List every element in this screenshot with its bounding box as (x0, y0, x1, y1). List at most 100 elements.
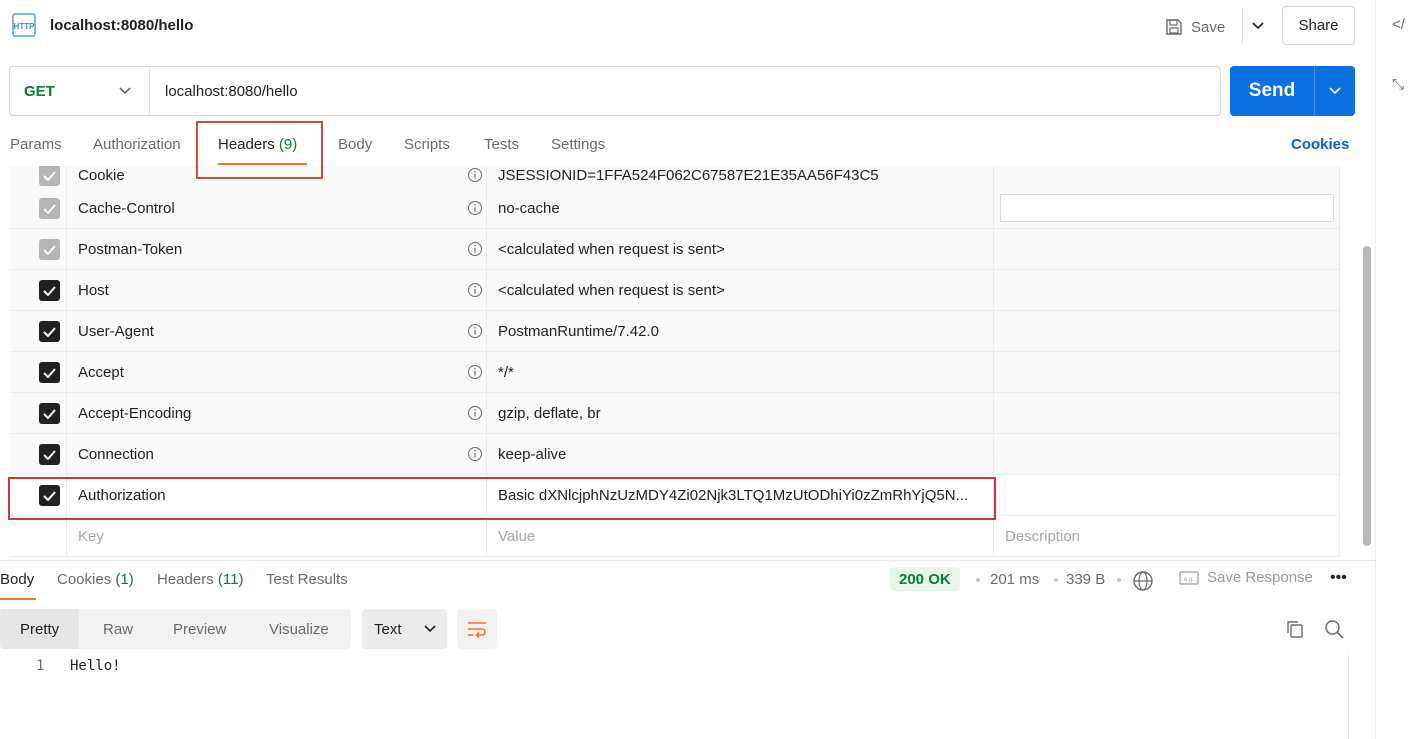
header-row: Host <calculated when request is sent> (10, 270, 1340, 311)
authorization-row-highlight (8, 477, 996, 520)
view-preview[interactable]: Preview (173, 609, 226, 649)
info-icon[interactable] (467, 282, 483, 298)
method-label: GET (24, 82, 55, 100)
header-value: <calculated when request is sent> (498, 282, 725, 299)
tab-settings[interactable]: Settings (551, 136, 605, 153)
header-key: Host (78, 282, 109, 299)
header-description[interactable] (994, 352, 1340, 392)
method-select[interactable]: GET (10, 67, 150, 115)
header-description[interactable] (994, 311, 1340, 351)
response-body-text[interactable]: Hello! (70, 658, 121, 674)
header-row: Accept-Encoding gzip, deflate, br (10, 393, 1340, 434)
format-select[interactable]: Text (362, 609, 447, 649)
chevron-down-icon (1329, 87, 1341, 95)
response-body-editor[interactable]: 1 Hello! (0, 655, 1349, 739)
response-tab-headers-label: Headers (157, 571, 214, 588)
info-icon[interactable] (467, 364, 483, 380)
tab-body[interactable]: Body (338, 136, 372, 153)
check-icon (43, 285, 56, 296)
response-headers-count: (11) (217, 571, 244, 588)
response-tab-test-results[interactable]: Test Results (266, 571, 348, 588)
value-input[interactable]: Value (498, 528, 988, 545)
save-button[interactable]: Save (1165, 12, 1225, 42)
headers-tab-highlight (196, 121, 323, 179)
header-description[interactable] (994, 229, 1340, 269)
tab-tests[interactable]: Tests (484, 136, 519, 153)
send-button[interactable]: Send (1230, 66, 1355, 116)
check-icon (43, 170, 56, 181)
wrap-lines-button[interactable] (457, 609, 497, 649)
save-options-button[interactable] (1242, 8, 1272, 44)
key-input[interactable]: Key (78, 528, 104, 545)
response-tab-cookies[interactable]: Cookies (1) (57, 571, 134, 588)
response-tab-cookies-label: Cookies (57, 571, 112, 588)
info-icon[interactable] (467, 241, 483, 257)
tab-authorization[interactable]: Authorization (93, 136, 181, 153)
header-checkbox[interactable] (39, 166, 60, 186)
collapse-icon[interactable]: ⤡ (1392, 76, 1404, 93)
more-options-icon[interactable]: ••• (1330, 569, 1347, 587)
response-tab-headers[interactable]: Headers (11) (157, 571, 243, 588)
header-description[interactable] (994, 434, 1340, 474)
view-raw[interactable]: Raw (103, 609, 133, 649)
save-response-label: Save Response (1207, 569, 1313, 586)
header-description[interactable] (994, 475, 1340, 515)
send-options-button[interactable] (1314, 66, 1355, 116)
share-button[interactable]: Share (1282, 6, 1355, 45)
header-description[interactable] (994, 270, 1340, 310)
view-mode-group: Pretty Raw Preview Visualize (0, 609, 351, 649)
header-row: Cache-Control no-cache (10, 188, 1340, 229)
copy-icon[interactable] (1285, 619, 1305, 639)
check-icon (43, 244, 56, 255)
scrollbar[interactable] (1363, 246, 1371, 546)
check-icon (43, 203, 56, 214)
header-checkbox[interactable] (39, 198, 60, 219)
info-icon[interactable] (467, 446, 483, 462)
header-checkbox[interactable] (39, 239, 60, 260)
info-icon[interactable] (467, 200, 483, 216)
header-key: Accept (78, 364, 124, 381)
url-input[interactable]: localhost:8080/hello (150, 83, 298, 100)
header-description[interactable] (994, 393, 1340, 433)
request-title[interactable]: localhost:8080/hello (50, 17, 193, 34)
chevron-down-icon (423, 625, 436, 633)
description-input[interactable] (1000, 194, 1334, 222)
header-key: User-Agent (78, 323, 154, 340)
response-time[interactable]: 201 ms (990, 571, 1039, 588)
header-checkbox[interactable] (39, 321, 60, 342)
line-number: 1 (36, 658, 45, 674)
cookies-link[interactable]: Cookies (1291, 136, 1349, 153)
active-tab-indicator (0, 598, 36, 600)
header-checkbox[interactable] (39, 362, 60, 383)
save-response-button[interactable]: e.g. Save Response (1179, 569, 1313, 586)
info-icon[interactable] (467, 323, 483, 339)
globe-icon[interactable] (1132, 570, 1154, 592)
wrap-icon (468, 622, 486, 638)
code-icon[interactable]: </ (1392, 16, 1405, 33)
header-row: Connection keep-alive (10, 434, 1340, 475)
header-value: */* (498, 364, 514, 381)
status-badge[interactable]: 200 OK (890, 567, 960, 591)
header-value: keep-alive (498, 446, 567, 463)
header-checkbox[interactable] (39, 280, 60, 301)
svg-text:e.g.: e.g. (1184, 577, 1194, 583)
header-checkbox[interactable] (39, 444, 60, 465)
response-tab-body[interactable]: Body (0, 571, 34, 588)
tab-params[interactable]: Params (10, 136, 62, 153)
new-header-row: Key Value Description (10, 516, 1340, 557)
header-key: Cookie (78, 167, 125, 184)
view-visualize[interactable]: Visualize (269, 609, 329, 649)
view-pretty[interactable]: Pretty (0, 609, 80, 649)
info-icon[interactable] (467, 167, 483, 183)
response-size[interactable]: 339 B (1066, 571, 1105, 588)
header-value: JSESSIONID=1FFA524F062C67587E21E35AA56F4… (498, 167, 879, 184)
description-input[interactable]: Description (1005, 528, 1080, 545)
header-value: <calculated when request is sent> (498, 241, 725, 258)
header-checkbox[interactable] (39, 403, 60, 424)
info-icon[interactable] (467, 405, 483, 421)
header-key: Postman-Token (78, 241, 183, 258)
header-row: User-Agent PostmanRuntime/7.42.0 (10, 311, 1340, 352)
check-icon (43, 408, 56, 419)
search-icon[interactable] (1324, 619, 1344, 639)
tab-scripts[interactable]: Scripts (404, 136, 450, 153)
